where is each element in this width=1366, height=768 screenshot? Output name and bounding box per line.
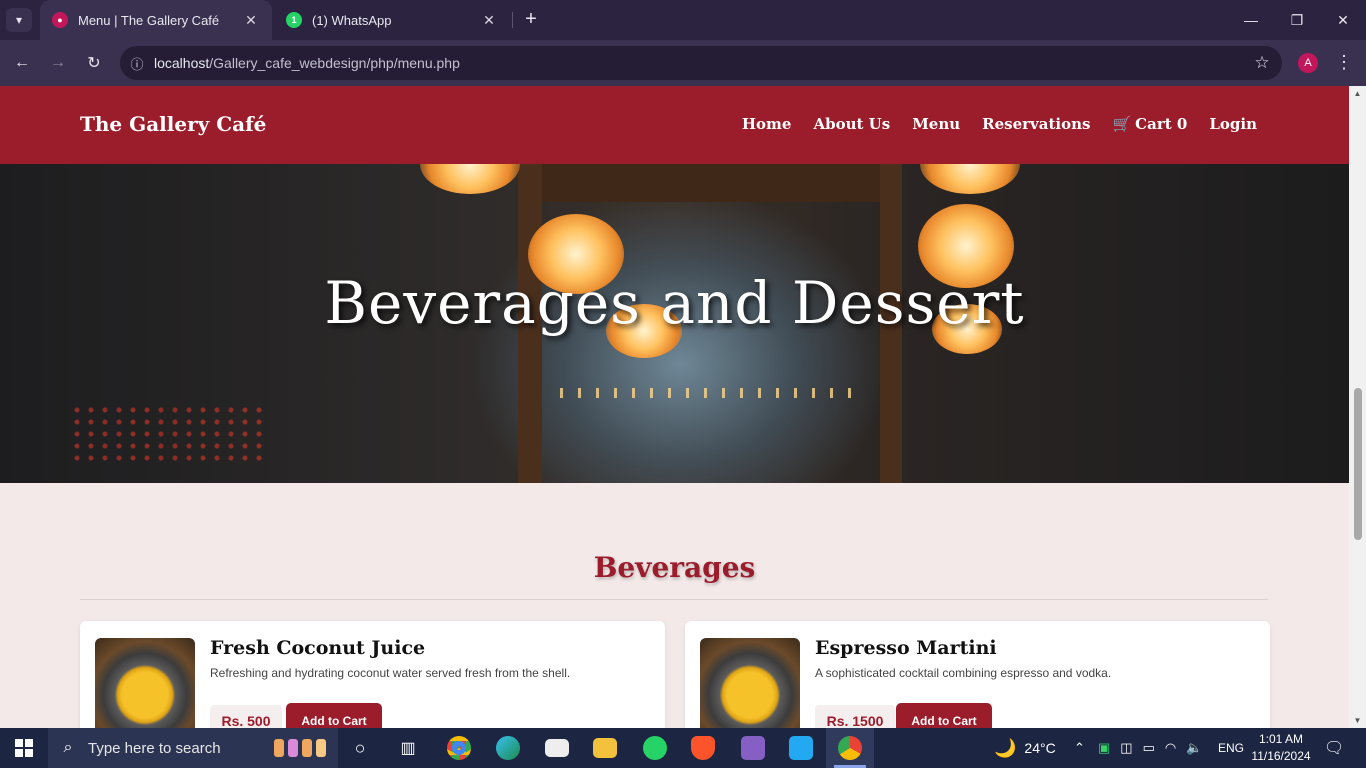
address-bar[interactable]: ⓘ localhost/Gallery_cafe_webdesign/php/m… [120,46,1282,80]
url-text[interactable]: localhost/Gallery_cafe_webdesign/php/men… [154,55,1242,71]
site-brand[interactable]: The Gallery Café [80,112,266,136]
add-to-cart-button[interactable]: Add to Cart [896,703,992,728]
file-explorer-icon[interactable] [582,728,628,768]
nav-login[interactable]: Login [1209,115,1257,133]
section-title: Beverages [593,551,756,584]
restore-button[interactable]: ❐ [1274,0,1320,40]
cafe-favicon-icon: ● [52,12,68,28]
scroll-up-icon[interactable]: ▲ [1353,89,1362,98]
vscode-icon[interactable] [778,728,824,768]
item-image [700,638,800,728]
windows-logo-icon [15,739,33,757]
site-info-icon[interactable]: ⓘ [120,54,154,73]
menu-item-card: Espresso Martini A sophisticated cocktai… [685,621,1270,728]
close-tab-icon[interactable]: ✕ [480,12,498,29]
clock-time: 1:01 AM [1258,732,1304,746]
forward-button[interactable]: → [46,51,70,75]
cart-icon: 🛒 [1112,115,1132,133]
tray-overflow-icon[interactable]: ⌃ [1074,728,1085,768]
item-description: A sophisticated cocktail combining espre… [815,666,1112,680]
hero-title: Beverages and Dessert [324,269,1025,337]
nav-about[interactable]: About Us [813,115,890,133]
browser-menu-icon[interactable]: ⋮ [1334,51,1354,75]
pendant-lamp [920,164,1020,194]
bookmark-star-icon[interactable]: ☆ [1242,53,1282,73]
item-image [95,638,195,728]
close-tab-icon[interactable]: ✕ [242,12,260,29]
item-description: Refreshing and hydrating coconut water s… [210,666,571,680]
tab-search-button[interactable]: ▾ [6,8,32,32]
profile-avatar[interactable]: A [1298,53,1318,73]
camera-icon[interactable]: ◫ [1120,740,1132,756]
item-price: Rs. 500 [210,705,282,728]
chrome-active-app-icon[interactable] [826,728,874,768]
browser-toolbar: ← → ↻ ⓘ localhost/Gallery_cafe_webdesign… [0,40,1366,86]
search-icon: ⌕ [63,739,73,756]
volume-icon[interactable]: 🔈 [1186,740,1202,756]
language-indicator[interactable]: ENG [1218,728,1244,768]
system-tray: ▣ ◫ ▭ ◠ 🔈 [1098,728,1202,768]
tab-title: (1) WhatsApp [312,12,392,28]
task-view-icon[interactable]: ▥ [388,728,428,768]
tab-menu[interactable]: ● Menu | The Gallery Café ✕ [40,0,272,40]
page-viewport: The Gallery Café Home About Us Menu Rese… [0,86,1366,728]
site-navbar: The Gallery Café Home About Us Menu Rese… [0,86,1349,164]
weather-widget[interactable]: 🌙 24°C [994,728,1056,768]
page-scrollbar[interactable]: ▲ ▼ [1349,86,1366,728]
item-name: Espresso Martini [815,637,997,659]
hero-string-lights [560,388,860,398]
mail-app-icon[interactable] [534,728,580,768]
brave-app-icon[interactable] [680,728,726,768]
cart-label: Cart [1135,115,1172,133]
search-placeholder: Type here to search [88,739,221,757]
whatsapp-favicon-icon: 1 [286,12,302,28]
search-highlight-icon [274,739,326,757]
tab-divider [512,12,513,28]
url-host: localhost [154,55,210,71]
whatsapp-app-icon[interactable] [632,728,678,768]
item-price: Rs. 1500 [815,705,895,728]
hero-lights [70,404,270,464]
cart-count: 0 [1176,115,1188,133]
tab-whatsapp[interactable]: 1 (1) WhatsApp ✕ [274,0,510,40]
pendant-lamp [420,164,520,194]
nav-menu[interactable]: Menu [912,115,960,133]
scroll-down-icon[interactable]: ▼ [1353,716,1362,725]
system-clock[interactable]: 1:01 AM 11/16/2024 [1246,731,1316,765]
app-tray-icon[interactable]: ▣ [1098,740,1110,756]
new-tab-button[interactable]: + [520,8,542,32]
minimize-button[interactable]: — [1228,0,1274,40]
visual-studio-icon[interactable] [730,728,776,768]
nav-cart[interactable]: 🛒 Cart 0 [1112,115,1187,133]
add-to-cart-button[interactable]: Add to Cart [286,703,382,728]
start-button[interactable] [0,728,48,768]
cortana-icon[interactable]: ○ [340,728,380,768]
wifi-icon[interactable]: ◠ [1165,740,1176,756]
chrome-app-icon[interactable] [436,728,482,768]
item-name: Fresh Coconut Juice [210,637,426,659]
browser-tabbar: ▾ ● Menu | The Gallery Café ✕ 1 (1) What… [0,0,1366,40]
hero-window-frame [518,164,902,202]
os-taskbar: ⌕ Type here to search ○ ▥ 🌙 24°C ⌃ ▣ ◫ ▭ … [0,728,1366,768]
taskbar-search[interactable]: ⌕ Type here to search [48,728,338,768]
nav-home[interactable]: Home [742,115,792,133]
edge-app-icon[interactable] [486,728,530,768]
nav-links: Home About Us Menu Reservations 🛒 Cart 0 … [742,115,1257,133]
back-button[interactable]: ← [10,51,34,75]
section-divider [80,599,1268,600]
menu-item-card: Fresh Coconut Juice Refreshing and hydra… [80,621,665,728]
reload-button[interactable]: ↻ [82,51,106,75]
notification-icon[interactable]: 🗨 [1324,728,1344,768]
scrollbar-thumb[interactable] [1354,388,1362,540]
hero-banner: Beverages and Dessert [0,164,1349,483]
weather-moon-icon: 🌙 [994,737,1017,758]
clock-date: 11/16/2024 [1251,749,1311,763]
battery-icon[interactable]: ▭ [1143,740,1155,756]
weather-temp: 24°C [1024,740,1056,756]
chevron-down-icon: ▾ [15,13,23,27]
url-path: /Gallery_cafe_webdesign/php/menu.php [209,55,460,71]
tab-title: Menu | The Gallery Café [78,12,220,28]
nav-reservations[interactable]: Reservations [982,115,1090,133]
close-window-button[interactable]: ✕ [1320,0,1366,40]
